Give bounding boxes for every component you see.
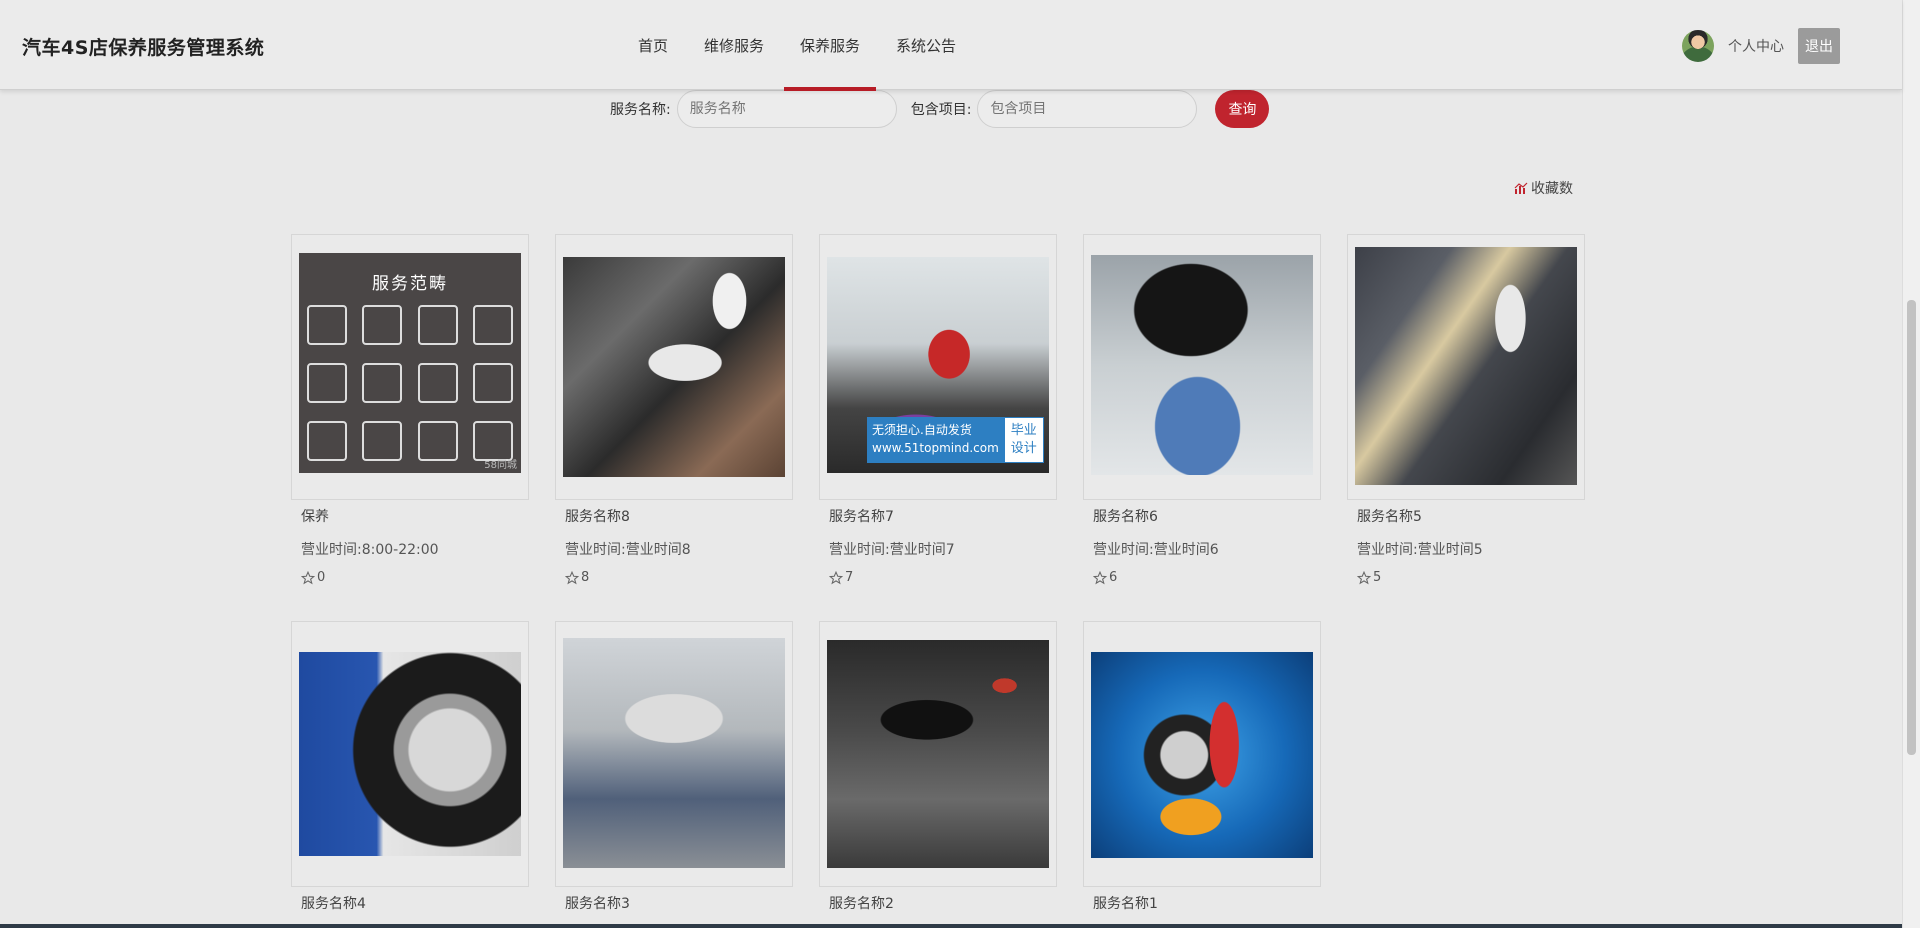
service-card[interactable]: 服务名称4	[291, 621, 529, 913]
included-items-label: 包含项目:	[910, 102, 972, 118]
star-icon	[829, 570, 843, 584]
star-icon	[565, 570, 579, 584]
car-on-lift-image	[563, 638, 785, 868]
service-hours: 营业时间:营业时间8	[565, 542, 691, 558]
star-icon	[1357, 570, 1371, 584]
service-image-frame[interactable]	[291, 621, 529, 887]
service-image-frame[interactable]	[1083, 234, 1321, 500]
watermark-ad: 无须担心.自动发货 www.51topmind.com 毕业 设计	[867, 417, 1044, 463]
wheel-bolts-image	[299, 652, 521, 856]
nav-repair-service[interactable]: 维修服务	[686, 0, 782, 90]
nav-maintenance-service[interactable]: 保养服务	[782, 0, 878, 91]
service-name: 服务名称2	[829, 896, 894, 912]
service-name: 服务名称6	[1093, 509, 1158, 525]
service-name-input[interactable]	[676, 90, 897, 128]
star-icon	[301, 570, 315, 584]
service-name: 服务名称1	[1093, 896, 1158, 912]
service-card[interactable]: 服务名称5 营业时间:营业时间5 5	[1347, 234, 1585, 585]
service-image-frame[interactable]: 服务范畴 58同城	[291, 234, 529, 500]
service-hours: 营业时间:营业时间7	[829, 542, 955, 558]
service-card[interactable]: 服务名称3	[555, 621, 793, 913]
search-bar: 服务名称: 包含项目: 查询	[610, 90, 1270, 128]
mechanic-under-hood-image: 无须担心.自动发货 www.51topmind.com 毕业 设计	[827, 257, 1049, 473]
service-card[interactable]: 服务名称2	[819, 621, 1057, 913]
scrollbar-thumb[interactable]	[1907, 300, 1916, 755]
service-name-label: 服务名称:	[610, 102, 671, 118]
service-name: 服务名称3	[565, 896, 630, 912]
service-name: 保养	[301, 509, 329, 525]
service-image-frame[interactable]	[819, 621, 1057, 887]
top-header: 汽车4S店保养服务管理系统 首页 维修服务 保养服务 系统公告 个人中心 退出	[0, 0, 1902, 91]
service-image-frame[interactable]: 无须担心.自动发货 www.51topmind.com 毕业 设计	[819, 234, 1057, 500]
service-card[interactable]: 服务名称6 营业时间:营业时间6 6	[1083, 234, 1321, 585]
included-items-input[interactable]	[977, 90, 1198, 128]
service-image-frame[interactable]	[555, 234, 793, 500]
mechanic-tire-image	[1091, 255, 1313, 475]
nav-announcements[interactable]: 系统公告	[878, 0, 974, 90]
profile-link[interactable]: 个人中心	[1728, 36, 1784, 56]
service-card[interactable]: 服务范畴 58同城 保养 营业时间:8:00-22:00 0	[291, 234, 529, 585]
favorite-count: 8	[555, 570, 793, 585]
dark-garage-lift-image	[827, 640, 1049, 868]
engine-gloves-image	[563, 257, 785, 477]
service-card[interactable]: 服务名称8 营业时间:营业时间8 8	[555, 234, 793, 585]
nav-home[interactable]: 首页	[620, 0, 686, 90]
service-hours: 营业时间:营业时间5	[1357, 542, 1483, 558]
service-card[interactable]: 服务名称1	[1083, 621, 1321, 913]
favorite-count: 6	[1083, 570, 1321, 585]
service-category-image: 服务范畴 58同城	[299, 253, 521, 473]
service-card[interactable]: 无须担心.自动发货 www.51topmind.com 毕业 设计 服务名称7 营业…	[819, 234, 1057, 585]
bottom-strip	[0, 924, 1902, 928]
user-area: 个人中心 退出	[1682, 28, 1840, 64]
site-title: 汽车4S店保养服务管理系统	[22, 37, 265, 59]
service-image-frame[interactable]	[1347, 234, 1585, 500]
service-image-frame[interactable]	[555, 621, 793, 887]
sort-by-favorites[interactable]: 收藏数	[1514, 178, 1573, 198]
service-name: 服务名称4	[301, 896, 366, 912]
main-nav: 首页 维修服务 保养服务 系统公告	[620, 0, 974, 91]
query-button[interactable]: 查询	[1215, 90, 1270, 128]
favorite-count: 5	[1347, 570, 1585, 585]
sort-label: 收藏数	[1531, 181, 1573, 197]
service-image-frame[interactable]	[1083, 621, 1321, 887]
star-icon	[1093, 570, 1107, 584]
service-name: 服务名称7	[829, 509, 894, 525]
cartoon-mechanic-image	[1091, 652, 1313, 858]
logout-button[interactable]: 退出	[1798, 28, 1840, 64]
service-name: 服务名称8	[565, 509, 630, 525]
vertical-scrollbar[interactable]	[1902, 0, 1920, 928]
bar-chart-icon	[1514, 182, 1528, 194]
avatar[interactable]	[1682, 30, 1714, 62]
service-hours: 营业时间:营业时间6	[1093, 542, 1219, 558]
service-hours: 营业时间:8:00-22:00	[301, 542, 439, 558]
engine-fluid-image	[1355, 247, 1577, 485]
service-name: 服务名称5	[1357, 509, 1422, 525]
favorite-count: 7	[819, 570, 1057, 585]
favorite-count: 0	[291, 570, 529, 585]
